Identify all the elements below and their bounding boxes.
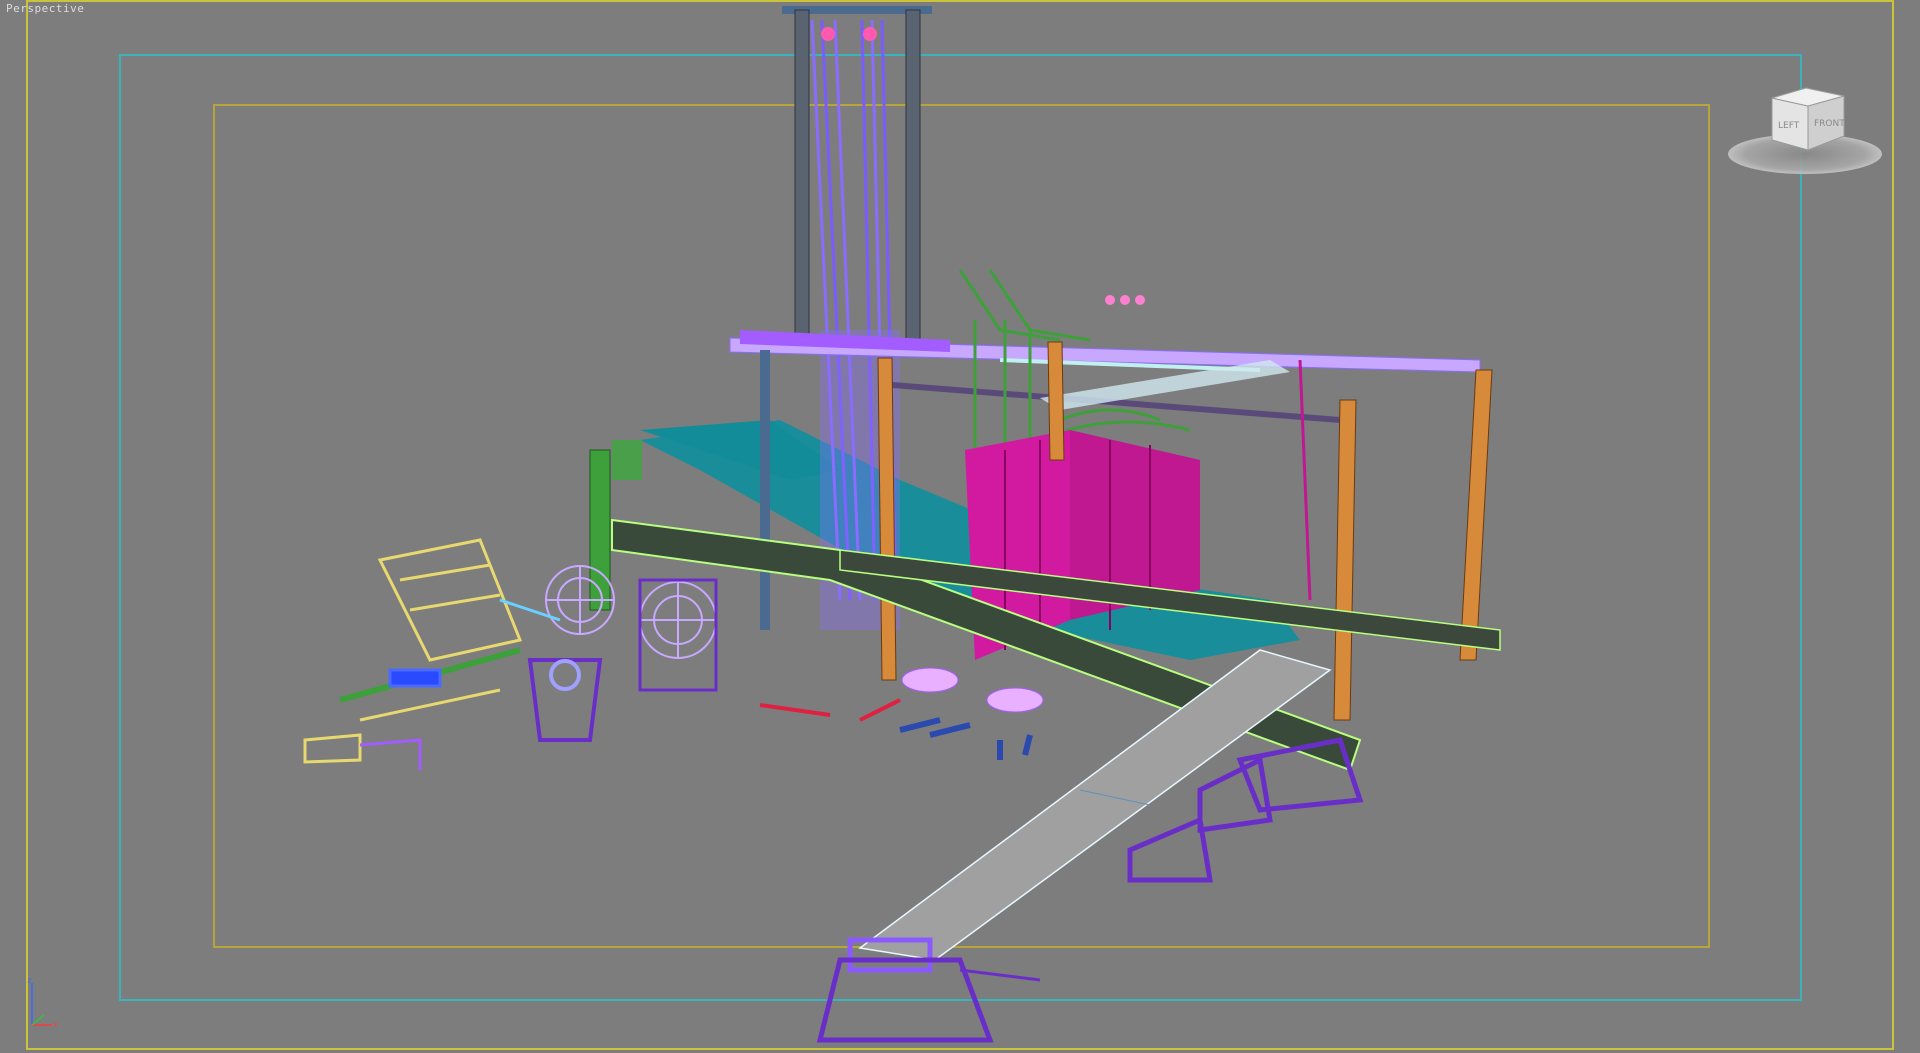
reeling-frame	[303, 538, 561, 770]
bobbins	[759, 667, 1044, 760]
small-stand	[527, 658, 603, 742]
viewcube-cube-icon[interactable]: LEFT FRONT	[1764, 84, 1850, 158]
axis-z-label: z	[27, 976, 32, 985]
viewcube-front-label[interactable]: FRONT	[1814, 119, 1845, 129]
spinning-wheels	[545, 565, 718, 692]
scene-model[interactable]	[0, 0, 1920, 1053]
axis-tripod-icon: z x	[27, 976, 58, 1029]
viewcube-left-label[interactable]: LEFT	[1778, 121, 1800, 131]
axis-x-label: x	[53, 1020, 58, 1029]
perspective-viewport[interactable]: Perspective LEFT FRONT z x	[0, 0, 1920, 1053]
viewcube[interactable]: LEFT FRONT	[1728, 78, 1888, 178]
